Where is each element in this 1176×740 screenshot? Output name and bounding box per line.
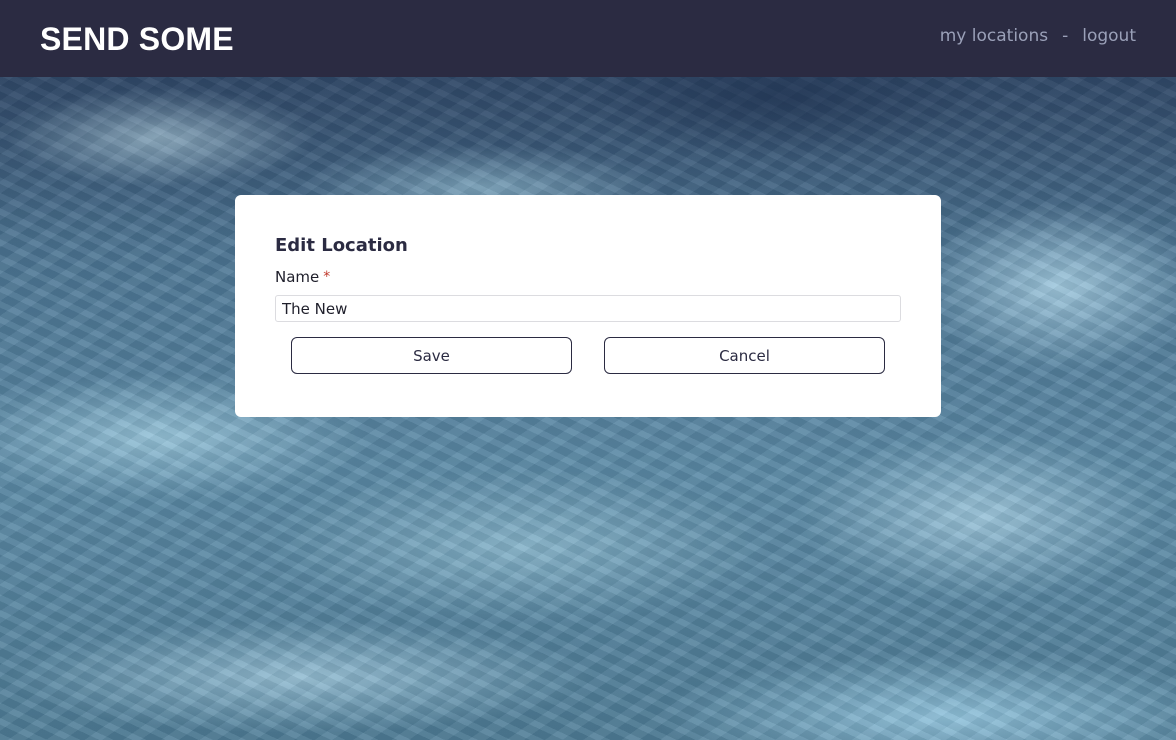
edit-location-card: Edit Location Name * Save Cancel [235, 195, 941, 417]
form-actions: Save Cancel [275, 337, 901, 374]
name-label-text: Name [275, 268, 320, 286]
brand-logo[interactable]: SEND SOME [40, 21, 234, 58]
page: SEND SOME my locations - logout Edit Loc… [0, 0, 1176, 740]
logout-link[interactable]: logout [1082, 26, 1136, 46]
save-button[interactable]: Save [291, 337, 572, 374]
name-input[interactable] [275, 295, 901, 322]
nav-separator: - [1062, 25, 1069, 46]
name-field-label: Name * [275, 268, 901, 286]
nav-links: my locations - logout [940, 26, 1136, 46]
cancel-button[interactable]: Cancel [604, 337, 885, 374]
my-locations-link[interactable]: my locations [940, 26, 1048, 46]
card-title: Edit Location [275, 235, 408, 256]
top-navbar: SEND SOME my locations - logout [0, 0, 1176, 77]
required-marker: * [323, 269, 331, 285]
